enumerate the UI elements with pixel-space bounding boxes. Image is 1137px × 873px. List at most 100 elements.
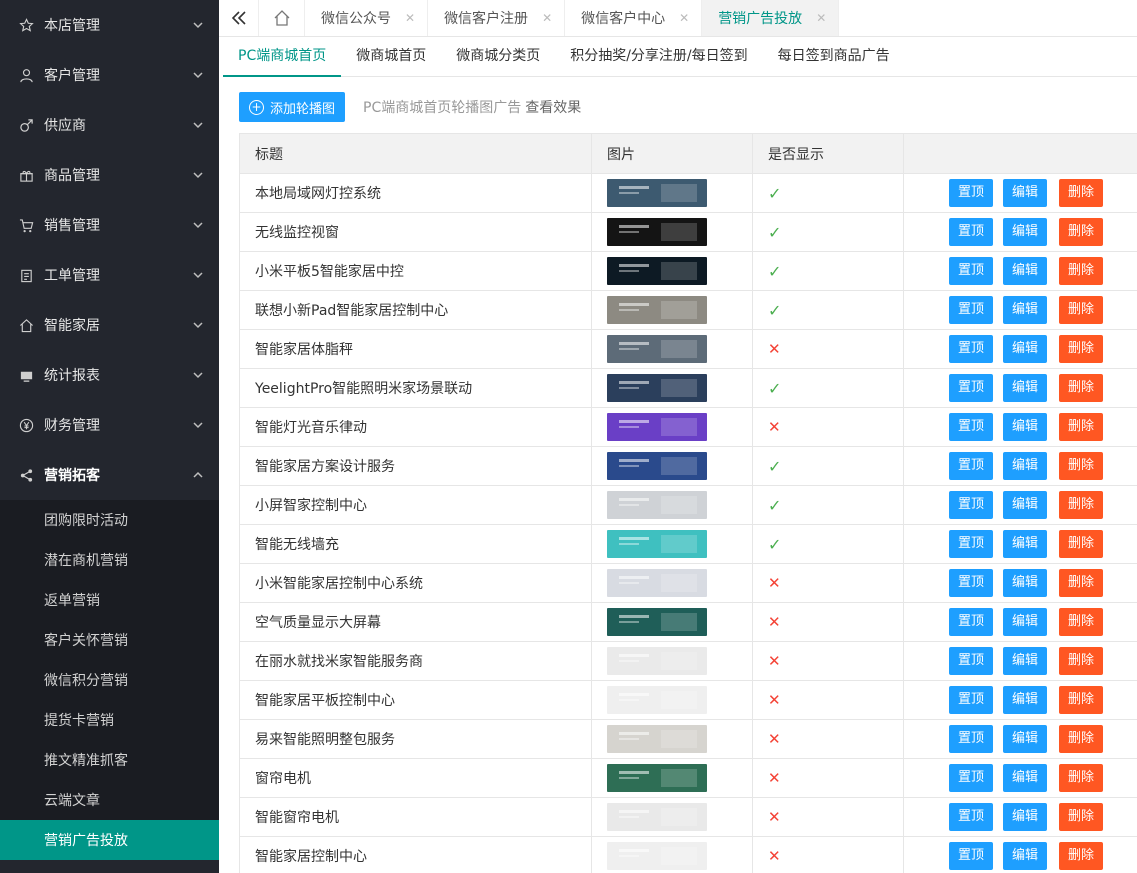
home-tab[interactable]: [259, 0, 305, 36]
sub-tab[interactable]: 微商城首页: [341, 37, 441, 77]
pin-top-button[interactable]: 置顶: [949, 803, 993, 831]
top-tab[interactable]: 微信客户中心 ✕: [565, 0, 703, 36]
edit-button[interactable]: 编辑: [1003, 803, 1047, 831]
delete-button[interactable]: 删除: [1059, 335, 1103, 363]
delete-button[interactable]: 删除: [1059, 569, 1103, 597]
sidebar-item-home[interactable]: 智能家居: [0, 300, 219, 350]
edit-button[interactable]: 编辑: [1003, 569, 1047, 597]
banner-thumbnail[interactable]: [607, 764, 707, 792]
pin-top-button[interactable]: 置顶: [949, 530, 993, 558]
banner-thumbnail[interactable]: [607, 335, 707, 363]
sub-tab[interactable]: PC端商城首页: [223, 37, 342, 77]
sub-tab[interactable]: 积分抽奖/分享注册/每日签到: [555, 37, 762, 77]
banner-thumbnail[interactable]: [607, 491, 707, 519]
close-icon[interactable]: ✕: [405, 11, 415, 25]
pin-top-button[interactable]: 置顶: [949, 764, 993, 792]
delete-button[interactable]: 删除: [1059, 608, 1103, 636]
collapse-sidebar-button[interactable]: [219, 0, 259, 36]
pin-top-button[interactable]: 置顶: [949, 257, 993, 285]
submenu-item[interactable]: 提货卡营销: [0, 700, 219, 740]
banner-thumbnail[interactable]: [607, 218, 707, 246]
banner-thumbnail[interactable]: [607, 179, 707, 207]
banner-thumbnail[interactable]: [607, 530, 707, 558]
banner-thumbnail[interactable]: [607, 842, 707, 870]
banner-thumbnail[interactable]: [607, 296, 707, 324]
top-tab[interactable]: 营销广告投放 ✕: [702, 0, 840, 36]
edit-button[interactable]: 编辑: [1003, 608, 1047, 636]
delete-button[interactable]: 删除: [1059, 803, 1103, 831]
pin-top-button[interactable]: 置顶: [949, 647, 993, 675]
edit-button[interactable]: 编辑: [1003, 725, 1047, 753]
pin-top-button[interactable]: 置顶: [949, 296, 993, 324]
pin-top-button[interactable]: 置顶: [949, 218, 993, 246]
submenu-item[interactable]: 团购限时活动: [0, 500, 219, 540]
delete-button[interactable]: 删除: [1059, 218, 1103, 246]
delete-button[interactable]: 删除: [1059, 413, 1103, 441]
top-tab[interactable]: 微信客户注册 ✕: [428, 0, 566, 36]
add-carousel-button[interactable]: + 添加轮播图: [239, 92, 346, 122]
submenu-item[interactable]: 客户关怀营销: [0, 620, 219, 660]
sidebar-item-monitor[interactable]: 统计报表: [0, 350, 219, 400]
pin-top-button[interactable]: 置顶: [949, 452, 993, 480]
view-effect-link[interactable]: 查看效果: [525, 97, 581, 117]
pin-top-button[interactable]: 置顶: [949, 569, 993, 597]
banner-thumbnail[interactable]: [607, 569, 707, 597]
sidebar-item-male[interactable]: 供应商: [0, 100, 219, 150]
sub-tab[interactable]: 微商城分类页: [441, 37, 555, 77]
sub-tab[interactable]: 每日签到商品广告: [763, 37, 905, 77]
delete-button[interactable]: 删除: [1059, 647, 1103, 675]
pin-top-button[interactable]: 置顶: [949, 335, 993, 363]
submenu-item[interactable]: 推文精准抓客: [0, 740, 219, 780]
edit-button[interactable]: 编辑: [1003, 218, 1047, 246]
banner-thumbnail[interactable]: [607, 686, 707, 714]
edit-button[interactable]: 编辑: [1003, 764, 1047, 792]
edit-button[interactable]: 编辑: [1003, 686, 1047, 714]
pin-top-button[interactable]: 置顶: [949, 608, 993, 636]
edit-button[interactable]: 编辑: [1003, 257, 1047, 285]
delete-button[interactable]: 删除: [1059, 686, 1103, 714]
delete-button[interactable]: 删除: [1059, 725, 1103, 753]
banner-thumbnail[interactable]: [607, 452, 707, 480]
edit-button[interactable]: 编辑: [1003, 413, 1047, 441]
edit-button[interactable]: 编辑: [1003, 647, 1047, 675]
sidebar-item-share[interactable]: 营销拓客: [0, 450, 219, 500]
pin-top-button[interactable]: 置顶: [949, 842, 993, 870]
banner-thumbnail[interactable]: [607, 803, 707, 831]
submenu-item[interactable]: 微信积分营销: [0, 660, 219, 700]
close-icon[interactable]: ✕: [542, 11, 552, 25]
edit-button[interactable]: 编辑: [1003, 374, 1047, 402]
sidebar-item-cart[interactable]: 销售管理: [0, 200, 219, 250]
edit-button[interactable]: 编辑: [1003, 296, 1047, 324]
edit-button[interactable]: 编辑: [1003, 452, 1047, 480]
delete-button[interactable]: 删除: [1059, 257, 1103, 285]
pin-top-button[interactable]: 置顶: [949, 686, 993, 714]
submenu-item[interactable]: 返单营销: [0, 580, 219, 620]
submenu-item[interactable]: 潜在商机营销: [0, 540, 219, 580]
submenu-item[interactable]: 云端文章: [0, 780, 219, 820]
delete-button[interactable]: 删除: [1059, 491, 1103, 519]
top-tab[interactable]: 微信公众号 ✕: [305, 0, 429, 36]
pin-top-button[interactable]: 置顶: [949, 413, 993, 441]
banner-thumbnail[interactable]: [607, 725, 707, 753]
banner-thumbnail[interactable]: [607, 608, 707, 636]
delete-button[interactable]: 删除: [1059, 296, 1103, 324]
delete-button[interactable]: 删除: [1059, 530, 1103, 558]
close-icon[interactable]: ✕: [679, 11, 689, 25]
sidebar-item-gift[interactable]: 商品管理: [0, 150, 219, 200]
submenu-item[interactable]: 营销广告投放: [0, 820, 219, 860]
sidebar-item-star[interactable]: 本店管理: [0, 0, 219, 50]
sidebar-item-clipboard[interactable]: 工单管理: [0, 250, 219, 300]
edit-button[interactable]: 编辑: [1003, 530, 1047, 558]
delete-button[interactable]: 删除: [1059, 842, 1103, 870]
close-icon[interactable]: ✕: [816, 11, 826, 25]
banner-thumbnail[interactable]: [607, 647, 707, 675]
edit-button[interactable]: 编辑: [1003, 491, 1047, 519]
delete-button[interactable]: 删除: [1059, 764, 1103, 792]
pin-top-button[interactable]: 置顶: [949, 725, 993, 753]
edit-button[interactable]: 编辑: [1003, 335, 1047, 363]
sidebar-item-yen[interactable]: 财务管理: [0, 400, 219, 450]
delete-button[interactable]: 删除: [1059, 374, 1103, 402]
delete-button[interactable]: 删除: [1059, 452, 1103, 480]
pin-top-button[interactable]: 置顶: [949, 179, 993, 207]
pin-top-button[interactable]: 置顶: [949, 491, 993, 519]
